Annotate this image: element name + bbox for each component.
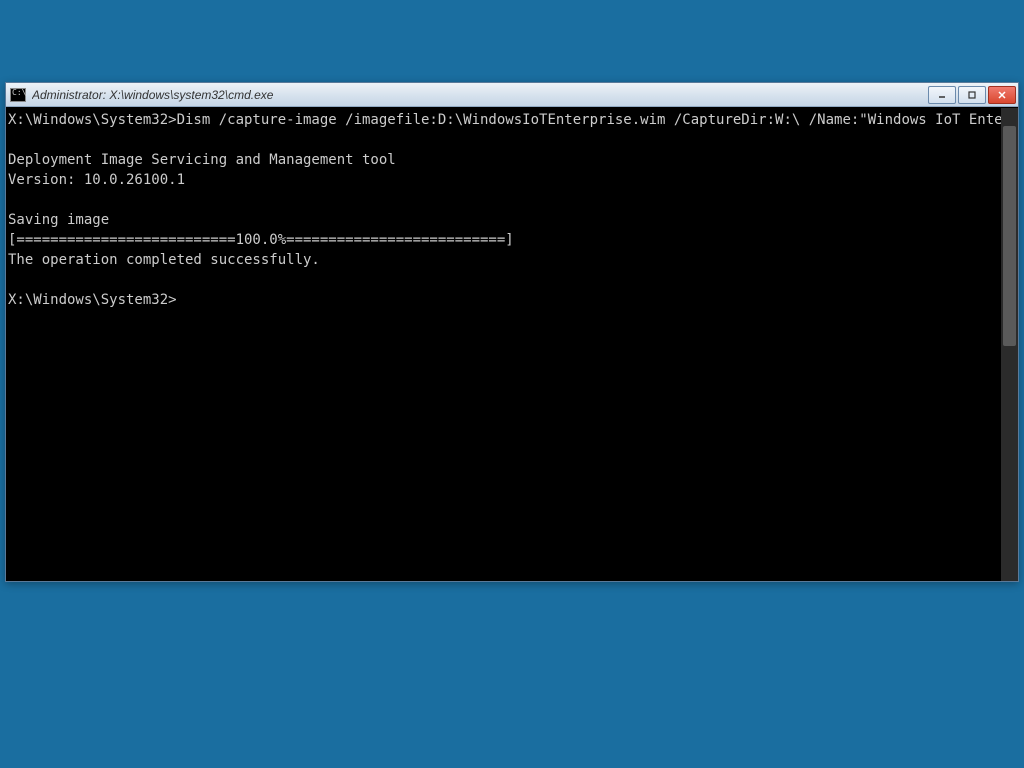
minimize-icon — [937, 90, 947, 100]
titlebar[interactable]: C:\ Administrator: X:\windows\system32\c… — [6, 83, 1018, 107]
console-output: X:\Windows\System32>Dism /capture-image … — [6, 108, 1018, 310]
scroll-thumb[interactable] — [1003, 126, 1016, 346]
minimize-button[interactable] — [928, 86, 956, 104]
maximize-button[interactable] — [958, 86, 986, 104]
console-body[interactable]: X:\Windows\System32>Dism /capture-image … — [6, 107, 1018, 581]
close-icon — [997, 90, 1007, 100]
cmd-icon: C:\ — [10, 88, 26, 102]
cmd-window: C:\ Administrator: X:\windows\system32\c… — [5, 82, 1019, 582]
window-controls — [928, 86, 1016, 104]
maximize-icon — [967, 90, 977, 100]
close-button[interactable] — [988, 86, 1016, 104]
scrollbar[interactable] — [1001, 108, 1018, 581]
window-title: Administrator: X:\windows\system32\cmd.e… — [32, 88, 928, 102]
